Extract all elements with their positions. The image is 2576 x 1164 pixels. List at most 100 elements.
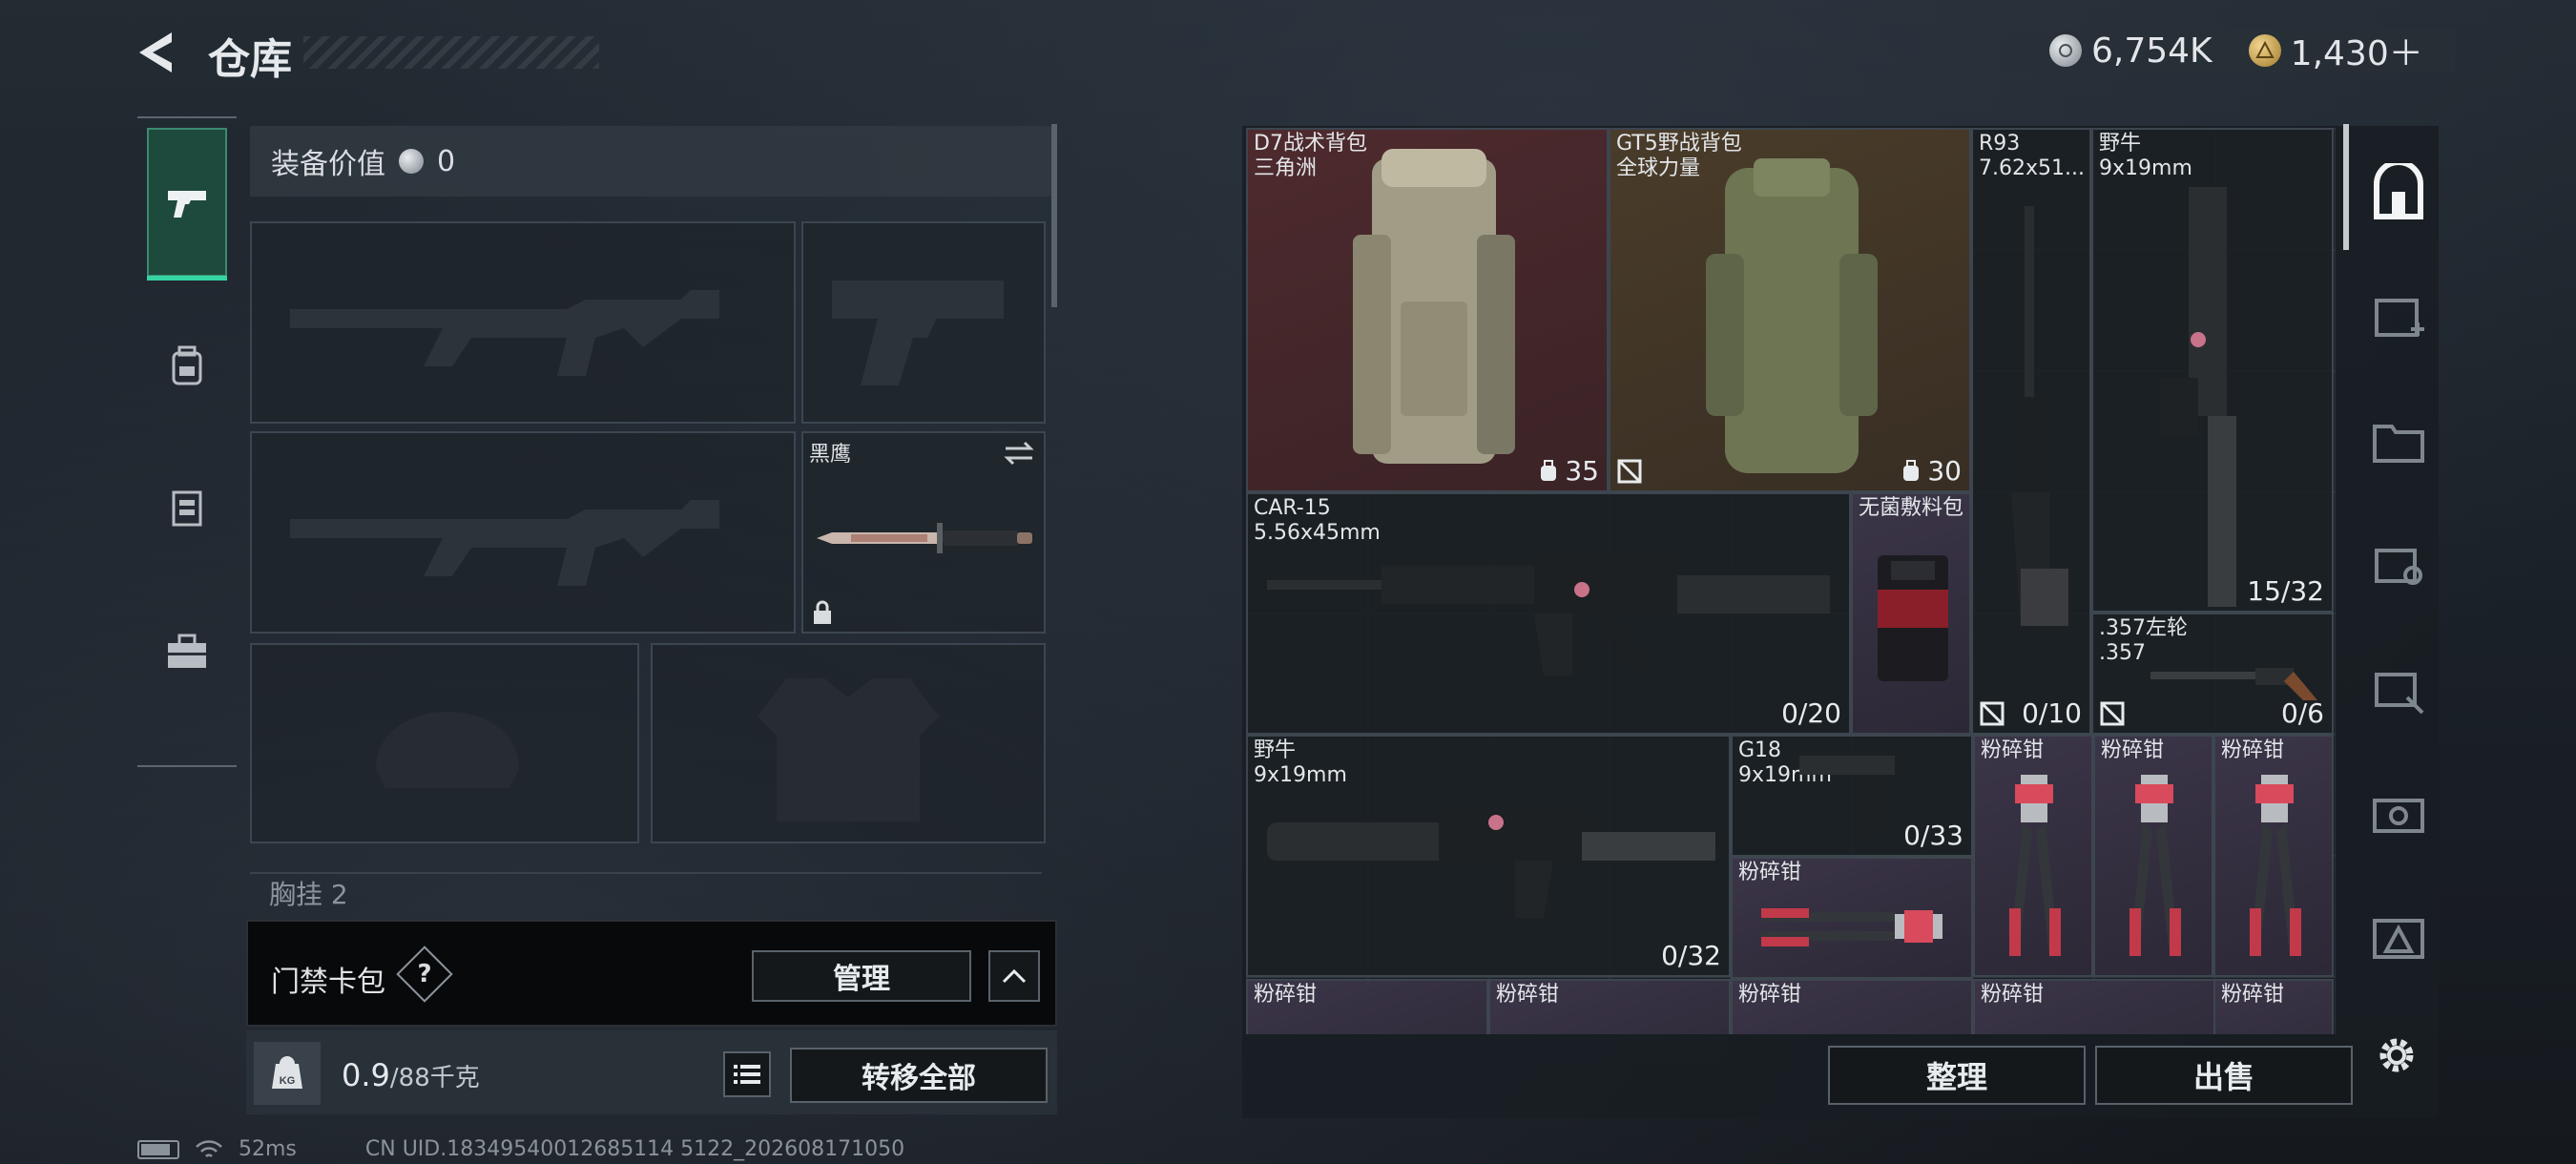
pliers-image bbox=[2129, 775, 2181, 956]
back-arrow-icon[interactable] bbox=[134, 29, 181, 76]
stash-scrollbar[interactable] bbox=[2343, 124, 2349, 250]
stash-item[interactable]: GT5野战背包 全球力量 30 bbox=[1609, 128, 1971, 492]
melee-label: 黑鹰 bbox=[809, 443, 852, 467]
sort-button[interactable]: 整理 bbox=[1828, 1046, 2086, 1105]
smg-image bbox=[2160, 187, 2236, 607]
item-count: 30 bbox=[1901, 455, 1962, 487]
secondary-weapon-slot[interactable] bbox=[250, 431, 796, 634]
gold-currency-value[interactable]: 1,430＋ bbox=[2291, 26, 2423, 75]
stash-item[interactable]: D7战术背包 三角洲 35 bbox=[1246, 128, 1609, 492]
stash-tab-iv-warning-icon[interactable] bbox=[2364, 903, 2433, 971]
item-title: 野牛 bbox=[2099, 132, 2142, 156]
equipment-value-label: 装备价值 bbox=[271, 148, 385, 181]
stash-tab-iv-camera-icon[interactable] bbox=[2364, 779, 2433, 847]
item-name: 粉碎钳 bbox=[1981, 983, 2045, 1007]
stash-item[interactable]: 粉碎钳 bbox=[1973, 979, 2215, 1034]
pistol-slot[interactable] bbox=[801, 221, 1046, 424]
item-name: 粉碎钳 bbox=[2101, 738, 2165, 762]
transfer-all-button[interactable]: 转移全部 bbox=[790, 1048, 1048, 1103]
dressing-pack-image bbox=[1878, 555, 1948, 681]
nav-item-backpack[interactable] bbox=[147, 326, 227, 406]
stash-item[interactable]: 粉碎钳 bbox=[2213, 735, 2334, 977]
silver-coin-icon bbox=[2049, 34, 2082, 67]
pliers-image bbox=[2250, 775, 2301, 956]
armor-placeholder-icon bbox=[758, 678, 939, 821]
collapse-button[interactable] bbox=[988, 950, 1040, 1002]
stash-tab-iv-folder-icon[interactable] bbox=[2364, 406, 2433, 475]
help-button[interactable]: ? bbox=[396, 946, 453, 1003]
no-insure-icon bbox=[2100, 701, 2125, 726]
status-bar: 52ms CN UID.18349540012685114 5122_20260… bbox=[137, 1137, 904, 1161]
silver-coin-icon bbox=[399, 149, 424, 174]
stash-item[interactable]: .357左轮 .357 0/6 bbox=[2091, 613, 2334, 735]
weight-icon: KG bbox=[254, 1042, 321, 1105]
armor-slot[interactable] bbox=[651, 643, 1046, 843]
nav-item-rig[interactable] bbox=[147, 468, 227, 548]
item-title: .357左轮 bbox=[2099, 616, 2188, 640]
stash-item[interactable]: 粉碎钳 bbox=[1973, 735, 2093, 977]
stash-item[interactable]: 无菌敷料包 bbox=[1851, 492, 1971, 735]
item-title: 野牛 bbox=[1254, 738, 1297, 762]
stash-tab-iv-add-icon[interactable] bbox=[2364, 282, 2433, 351]
stash-item[interactable]: 野牛 9x19mm 0/32 bbox=[1246, 735, 1731, 977]
gear-icon[interactable] bbox=[2370, 1029, 2423, 1082]
item-name: 粉碎钳 bbox=[1738, 861, 1802, 884]
item-count: 35 bbox=[1538, 455, 1599, 487]
item-name: 粉碎钳 bbox=[1496, 983, 1560, 1007]
primary-weapon-slot[interactable] bbox=[250, 221, 796, 424]
weight-bar: KG 0.9/88千克 转移全部 bbox=[246, 1030, 1057, 1114]
item-subtitle: 7.62x51... bbox=[1979, 156, 2085, 180]
equipment-value-row: 装备价值 0 bbox=[250, 126, 1051, 197]
swap-icon[interactable] bbox=[1002, 439, 1036, 468]
weight-badge-text: KG bbox=[280, 1075, 296, 1087]
keycard-label: 门禁卡包 bbox=[271, 966, 385, 999]
stash-tab-ii-key-icon[interactable] bbox=[2364, 530, 2433, 599]
item-subtitle: .357 bbox=[2099, 641, 2146, 665]
melee-slot[interactable]: 黑鹰 bbox=[801, 431, 1046, 634]
backpack-image bbox=[1706, 158, 1878, 473]
lock-icon bbox=[814, 600, 831, 624]
no-insure-icon bbox=[1617, 459, 1642, 484]
item-name: R93 7.62x51... bbox=[1979, 132, 2085, 181]
stash-item[interactable]: 粉碎钳 bbox=[2213, 979, 2334, 1034]
help-icon: ? bbox=[417, 960, 432, 988]
backpack-image bbox=[1353, 149, 1515, 464]
nav-item-weapons[interactable] bbox=[147, 128, 227, 281]
stash-item[interactable]: CAR-15 5.56x45mm 0/20 bbox=[1246, 492, 1851, 735]
sell-button[interactable]: 出售 bbox=[2095, 1046, 2353, 1105]
stash-item[interactable]: 粉碎钳 bbox=[1731, 857, 1973, 979]
item-title: R93 bbox=[1979, 132, 2021, 156]
knife-icon bbox=[817, 523, 1032, 553]
list-view-button[interactable] bbox=[723, 1051, 771, 1097]
item-name: 野牛 9x19mm bbox=[1254, 738, 1347, 788]
item-name: 野牛 9x19mm bbox=[2099, 132, 2192, 181]
stash-item[interactable]: 野牛 9x19mm 15/32 bbox=[2091, 128, 2334, 613]
pistol-icon bbox=[168, 191, 206, 218]
equipment-scrollbar[interactable] bbox=[1051, 124, 1057, 307]
stash-item[interactable]: 粉碎钳 bbox=[1731, 979, 1973, 1034]
rifle-placeholder-icon bbox=[290, 500, 719, 586]
stash-item[interactable]: 粉碎钳 bbox=[1246, 979, 1488, 1034]
item-title: D7战术背包 bbox=[1254, 132, 1367, 156]
stash-grid: D7战术背包 三角洲 35 GT5野战背包 全球力量 30 R93 7.62x51 bbox=[1246, 128, 2336, 1034]
stash-item[interactable]: 粉碎钳 bbox=[1488, 979, 1731, 1034]
helmet-slot[interactable] bbox=[250, 643, 639, 843]
list-icon bbox=[734, 1065, 760, 1084]
helmet-placeholder-icon bbox=[376, 712, 519, 788]
silver-currency-value: 6,754K bbox=[2091, 31, 2212, 71]
page-title: 仓库 bbox=[208, 35, 292, 84]
manage-button[interactable]: 管理 bbox=[752, 950, 971, 1002]
item-count: 0/6 bbox=[2280, 697, 2324, 729]
stash-item[interactable]: R93 7.62x51... 0/10 bbox=[1971, 128, 2091, 735]
weight-readout: 0.9/88千克 bbox=[342, 1057, 480, 1093]
item-name: 粉碎钳 bbox=[1981, 738, 2045, 762]
item-count: 0/10 bbox=[2022, 697, 2082, 729]
item-subtitle: 9x19mm bbox=[1254, 763, 1347, 787]
stash-tab-v-tool-icon[interactable] bbox=[2364, 655, 2433, 723]
nav-item-items[interactable] bbox=[147, 613, 227, 693]
stash-item[interactable]: G18 9x19mm 0/33 bbox=[1731, 735, 1973, 857]
title-decoration bbox=[303, 36, 599, 69]
item-count: 0/20 bbox=[1781, 697, 1841, 729]
stash-item[interactable]: 粉碎钳 bbox=[2093, 735, 2213, 977]
stash-main-icon[interactable] bbox=[2364, 158, 2433, 227]
